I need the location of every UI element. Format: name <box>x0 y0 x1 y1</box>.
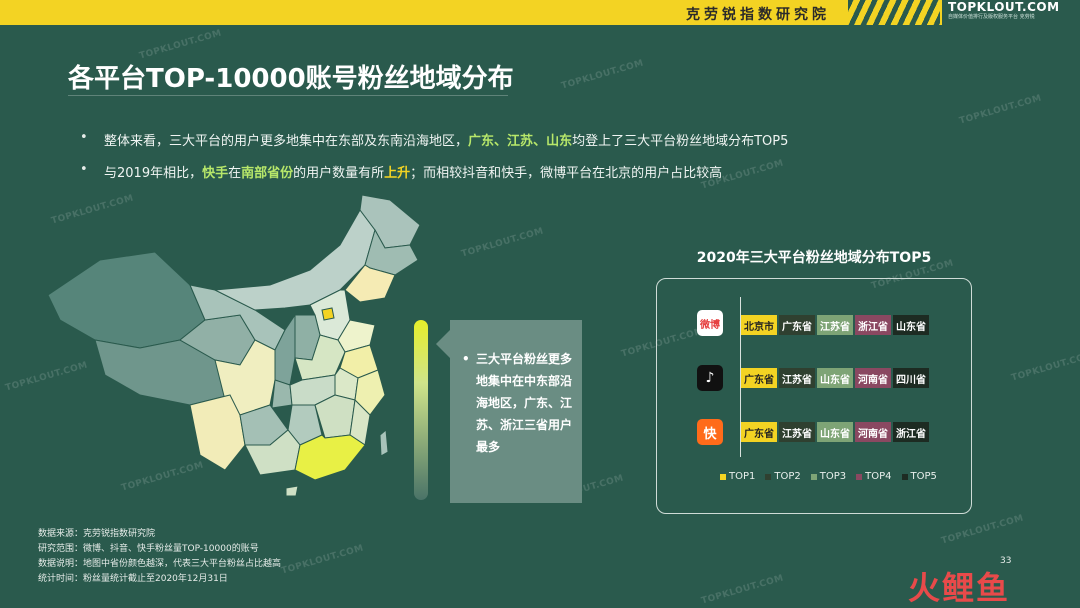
decorative-stripes <box>848 0 940 25</box>
province-hainan <box>285 485 299 497</box>
legend-item: TOP1 <box>720 471 755 482</box>
org-name: 克劳锐指数研究院 <box>686 7 830 23</box>
rank-cell: 江苏省 <box>817 315 853 335</box>
rank-cell: 河南省 <box>855 368 891 388</box>
summary-bullets: 整体来看，三大平台的用户更多地集中在东部及东南沿海地区，广东、江苏、山东均登上了… <box>80 130 788 194</box>
watermark: TOPKLOUT.COM <box>700 573 785 607</box>
rank-cell: 山东省 <box>817 422 853 442</box>
title-divider <box>68 95 508 96</box>
source-notes: 数据来源：克劳锐指数研究院 研究范围：微博、抖音、快手粉丝量TOP-10000的… <box>38 527 281 587</box>
watermark: TOPKLOUT.COM <box>460 226 545 260</box>
insight-callout: 三大平台粉丝更多地集中在中东部沿海地区，广东、江苏、浙江三省用户最多 <box>436 320 582 503</box>
rank-legend: TOP1 TOP2 TOP3 TOP4 TOP5 <box>720 471 937 482</box>
note-line: 统计时间：粉丝量统计截止至2020年12月31日 <box>38 574 228 584</box>
rank-cell: 浙江省 <box>893 422 929 442</box>
rank-cell: 北京市 <box>741 315 777 335</box>
rank-cell: 河南省 <box>855 422 891 442</box>
province-chongqing <box>271 379 293 409</box>
douyin-icon: ♪ <box>697 365 723 391</box>
rank-cell: 广东省 <box>779 315 815 335</box>
rank-cell: 四川省 <box>893 368 929 388</box>
weibo-ranking-row: 北京市 广东省 江苏省 浙江省 山东省 <box>741 315 929 335</box>
legend-item: TOP5 <box>901 471 937 482</box>
rank-cell: 浙江省 <box>855 315 891 335</box>
top-bar: 克劳锐指数研究院 TOPKLOUT.COM 自媒体价值排行及版权服务平台 克劳锐 <box>0 0 1080 25</box>
province-beijing <box>321 307 335 321</box>
rank-cell: 江苏省 <box>779 422 815 442</box>
brand-logo: TOPKLOUT.COM 自媒体价值排行及版权服务平台 克劳锐 <box>942 0 1080 25</box>
callout-text: 三大平台粉丝更多地集中在中东部沿海地区，广东、江苏、浙江三省用户最多 <box>462 348 572 458</box>
page-title: 各平台TOP-10000账号粉丝地域分布 <box>68 64 514 94</box>
rank-cell: 山东省 <box>817 368 853 388</box>
douyin-ranking-row: 广东省 江苏省 山东省 河南省 四川省 <box>741 368 929 388</box>
rank-cell: 广东省 <box>741 368 777 388</box>
watermark: TOPKLOUT.COM <box>940 513 1025 547</box>
brand-name: TOPKLOUT.COM <box>948 0 1060 14</box>
legend-item: TOP2 <box>765 471 801 482</box>
watermark: TOPKLOUT.COM <box>138 28 223 62</box>
footer-logo: 火鲤鱼 <box>908 569 1011 607</box>
weibo-icon: 微博 <box>697 310 723 336</box>
watermark: TOPKLOUT.COM <box>560 58 645 92</box>
province-xinjiang <box>47 251 206 349</box>
rank-cell: 广东省 <box>741 422 777 442</box>
watermark: TOPKLOUT.COM <box>1010 350 1080 384</box>
legend-item: TOP3 <box>810 471 846 482</box>
watermark: TOPKLOUT.COM <box>280 543 365 577</box>
bullet-item: 与2019年相比，快手在南部省份的用户数量有所上升；而相较抖音和快手，微博平台在… <box>80 162 788 181</box>
watermark: TOPKLOUT.COM <box>958 93 1043 127</box>
rank-cell: 江苏省 <box>779 368 815 388</box>
kuaishou-ranking-row: 广东省 江苏省 山东省 河南省 浙江省 <box>741 422 929 442</box>
legend-item: TOP4 <box>856 471 892 482</box>
province-taiwan <box>379 429 389 457</box>
panel-title: 2020年三大平台粉丝地域分布TOP5 <box>696 250 932 266</box>
brand-subtitle: 自媒体价值排行及版权服务平台 克劳锐 <box>948 14 1035 20</box>
rank-cell: 山东省 <box>893 315 929 335</box>
kuaishou-icon: 快 <box>697 419 723 445</box>
china-fan-distribution-map <box>47 194 421 497</box>
note-line: 数据说明：地图中省份颜色越深，代表三大平台粉丝占比越高 <box>38 559 282 569</box>
bullet-item: 整体来看，三大平台的用户更多地集中在东部及东南沿海地区，广东、江苏、山东均登上了… <box>80 130 788 149</box>
note-line: 数据来源：克劳锐指数研究院 <box>38 529 156 539</box>
note-line: 研究范围：微博、抖音、快手粉丝量TOP-10000的账号 <box>38 544 259 554</box>
gradient-bar <box>414 320 428 500</box>
